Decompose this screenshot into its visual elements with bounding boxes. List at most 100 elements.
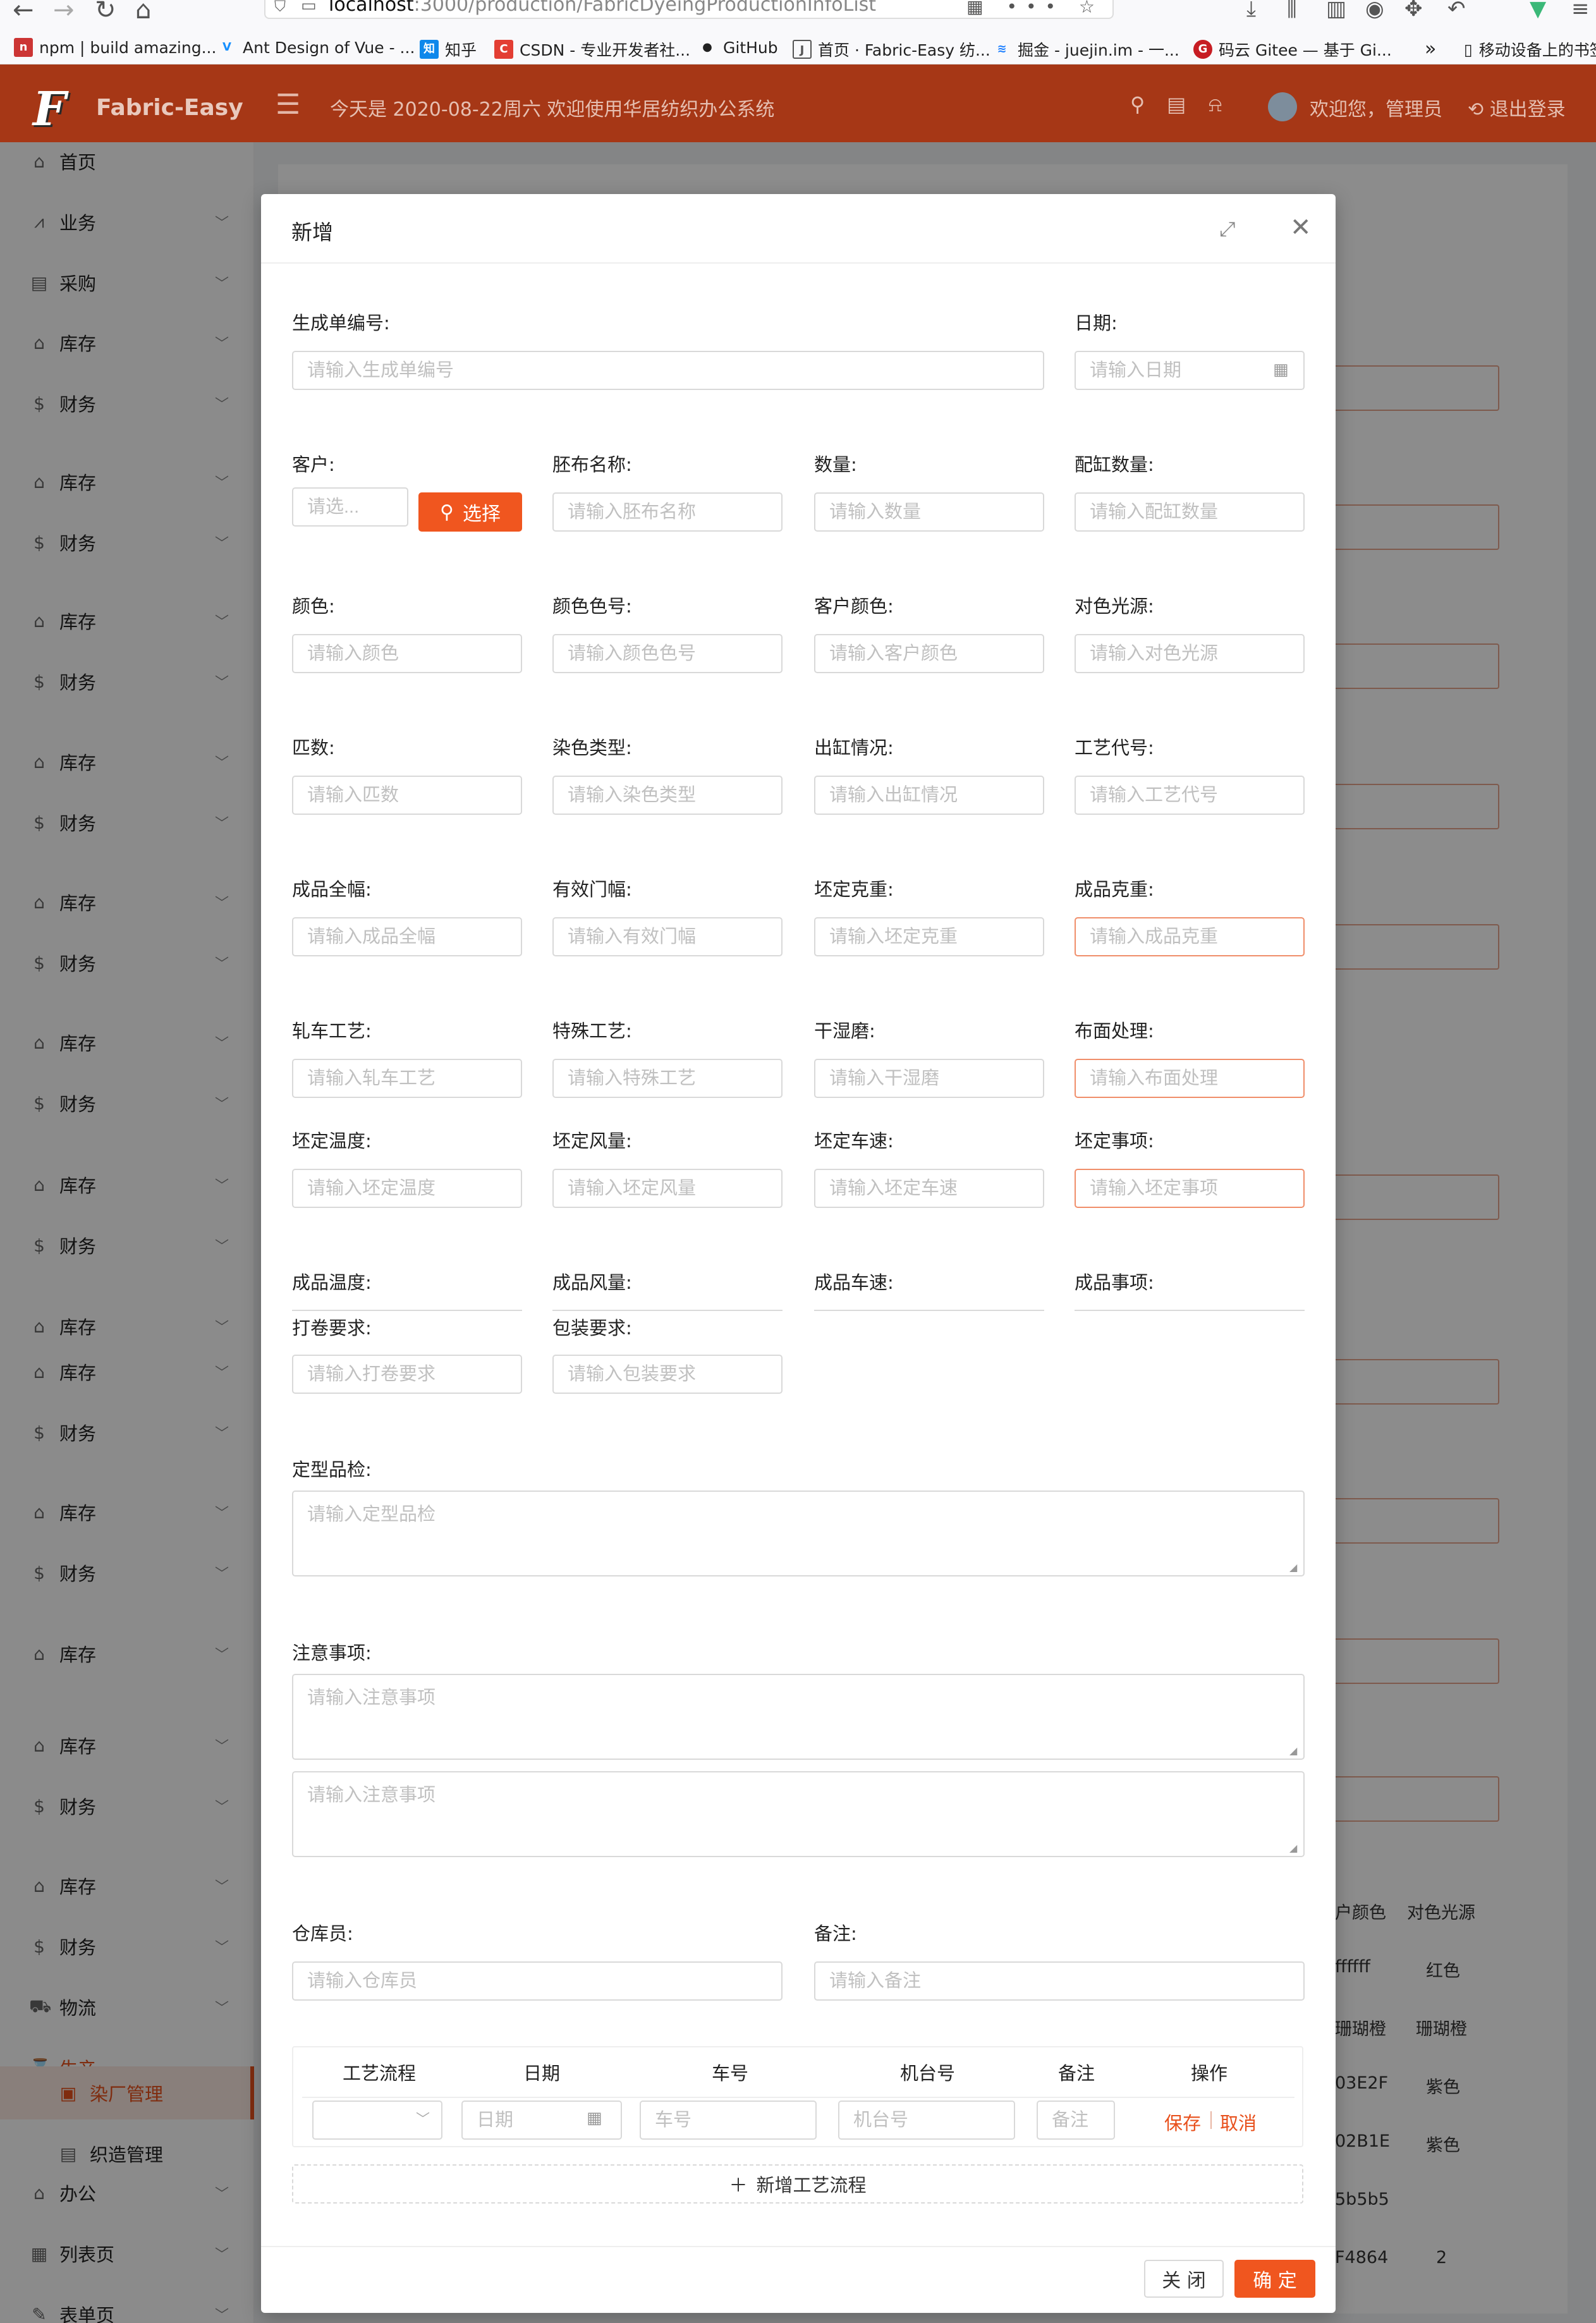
vat-qty-input[interactable] [1075, 492, 1305, 532]
process-remark-input[interactable] [1037, 2100, 1115, 2140]
process-select[interactable]: ﹀ [312, 2100, 442, 2140]
download-icon[interactable]: ⤓ [1246, 0, 1256, 21]
fin-wind-field[interactable] [552, 1310, 783, 1311]
back-icon[interactable]: ← [13, 0, 34, 23]
account-icon[interactable]: ◉ [1365, 0, 1384, 21]
bookmark-csdn[interactable]: C CSDN - 专业开发者社... [494, 38, 690, 61]
menu-fold-icon[interactable]: ☰ [276, 88, 300, 121]
remark-input[interactable] [814, 1961, 1305, 2001]
pack-req-input[interactable] [552, 1355, 783, 1394]
menu-icon[interactable]: ≡ [1571, 0, 1590, 21]
surface-input[interactable] [1075, 1059, 1305, 1098]
set-temp-input[interactable] [292, 1169, 522, 1208]
bookmark-fabric[interactable]: J 首页 · Fabric-Easy 纺... [793, 38, 990, 61]
logout-button[interactable]: ⟲ 退出登录 [1468, 94, 1566, 121]
forward-icon[interactable]: → [53, 0, 75, 23]
set-speed-input[interactable] [814, 1169, 1044, 1208]
resize-handle-icon[interactable]: ◢ [1289, 1561, 1297, 1573]
bell-icon[interactable]: ⍾ [1209, 92, 1222, 117]
light-source-input[interactable] [1075, 634, 1305, 673]
fin-wind-label: 成品风量: [552, 1272, 632, 1293]
effective-width-input[interactable] [552, 917, 783, 956]
extension-icon[interactable]: ✥ [1404, 0, 1423, 21]
bookmark-zhihu[interactable]: 知 知乎 [420, 38, 477, 61]
library-icon[interactable]: ⫼ [1287, 0, 1297, 21]
quantity-input[interactable] [814, 492, 1044, 532]
resize-handle-icon[interactable]: ◢ [1289, 1745, 1297, 1757]
cancel-row-link[interactable]: 取消 [1220, 2109, 1257, 2135]
machine-no-input[interactable] [838, 2100, 1015, 2140]
color-no-input[interactable] [552, 634, 783, 673]
confirm-button[interactable]: 确 定 [1234, 2260, 1315, 2298]
setting-qc-textarea[interactable] [292, 1491, 1305, 1576]
roll-req-input[interactable] [292, 1355, 522, 1394]
light-source-label: 对色光源: [1075, 595, 1154, 617]
resize-handle-icon[interactable]: ◢ [1289, 1842, 1297, 1854]
color-no-label: 颜色色号: [552, 595, 632, 617]
full-width-input[interactable] [292, 917, 522, 956]
fin-temp-field[interactable] [292, 1310, 522, 1311]
select-customer-button[interactable]: ⚲ 选择 [418, 492, 522, 532]
close-icon[interactable]: ✕ [1290, 213, 1312, 242]
notes-textarea[interactable] [292, 1674, 1305, 1760]
url-bar[interactable]: ⛉ ▭ localhost:3000/production/FabricDyei… [264, 0, 1114, 19]
reload-icon[interactable]: ↻ [95, 0, 116, 23]
bookmark-gitee[interactable]: G 码云 Gitee — 基于 Gi... [1193, 38, 1392, 61]
craft-code-input[interactable] [1075, 776, 1305, 815]
home-icon[interactable]: ⌂ [135, 0, 151, 23]
plus-icon: ＋ [729, 2174, 748, 2196]
bookmark-github[interactable]: ● GitHub [698, 38, 778, 57]
notes-textarea-2[interactable] [292, 1771, 1305, 1857]
fin-speed-field[interactable] [814, 1310, 1044, 1311]
pieces-input[interactable] [292, 776, 522, 815]
dye-type-input[interactable] [552, 776, 783, 815]
blank-weight-input[interactable] [814, 917, 1044, 956]
setting-qc-label: 定型品检: [292, 1459, 372, 1480]
sidebar-toggle-icon[interactable]: ▥ [1326, 0, 1346, 21]
url-actions[interactable]: ▦ ••• ☆ [966, 0, 1104, 17]
fin-notes-field[interactable] [1075, 1310, 1305, 1311]
avatar[interactable] [1268, 92, 1297, 121]
confirm-button-label: 确 定 [1253, 2270, 1297, 2292]
bookmark-npm[interactable]: n npm | build amazing... [14, 38, 216, 57]
vat-out-input[interactable] [814, 776, 1044, 815]
order-no-input[interactable] [292, 351, 1044, 390]
logo-icon: F [33, 82, 66, 137]
color-input[interactable] [292, 634, 522, 673]
grey-name-input[interactable] [552, 492, 783, 532]
special-input[interactable] [552, 1059, 783, 1098]
save-row-link[interactable]: 保存 [1164, 2109, 1201, 2135]
dry-wet-input[interactable] [814, 1059, 1044, 1098]
customer-input[interactable] [292, 487, 408, 527]
keeper-input[interactable] [292, 1961, 783, 2001]
fullscreen-icon[interactable]: ⤢ [1219, 217, 1236, 241]
search-icon[interactable]: ⚲ [1130, 92, 1145, 116]
bookmark-mobile[interactable]: ▯ 移动设备上的书签 [1464, 38, 1596, 61]
date-label: 日期: [1075, 312, 1118, 334]
bookmark-juejin[interactable]: ≋ 掘金 - juejin.im - 一... [992, 38, 1179, 61]
url-text: localhost:3000/production/FabricDyeingPr… [329, 0, 877, 16]
undo-icon[interactable]: ↶ [1447, 0, 1466, 21]
bookmark-label: 首页 · Fabric-Easy 纺... [818, 41, 990, 59]
welcome-text[interactable]: 欢迎您，管理员 [1310, 94, 1442, 121]
rolling-label: 轧车工艺: [292, 1020, 372, 1042]
set-wind-input[interactable] [552, 1169, 783, 1208]
rolling-input[interactable] [292, 1059, 522, 1098]
bookmark-label: 移动设备上的书签 [1478, 41, 1596, 59]
npm-icon: n [14, 38, 33, 57]
date-picker[interactable] [1075, 351, 1305, 390]
bookmarks-more[interactable]: » [1425, 38, 1436, 60]
clipboard-icon[interactable]: ▤ [1167, 92, 1186, 116]
chevron-down-icon: ﹀ [415, 2112, 430, 2128]
add-process-button[interactable]: ＋ 新增工艺流程 [292, 2164, 1303, 2204]
bookmark-antd[interactable]: V Ant Design of Vue - ... [217, 38, 415, 57]
finished-weight-input[interactable] [1075, 917, 1305, 956]
customer-color-input[interactable] [814, 634, 1044, 673]
set-notes-input[interactable] [1075, 1169, 1305, 1208]
close-button[interactable]: 关 闭 [1144, 2260, 1224, 2298]
bookmark-label: 码云 Gitee — 基于 Gi... [1219, 41, 1392, 59]
juejin-icon: ≋ [997, 42, 1007, 56]
car-no-input[interactable] [640, 2100, 817, 2140]
vue-devtools-icon[interactable]: ▼ [1530, 0, 1546, 21]
table-divider [302, 2097, 1294, 2098]
